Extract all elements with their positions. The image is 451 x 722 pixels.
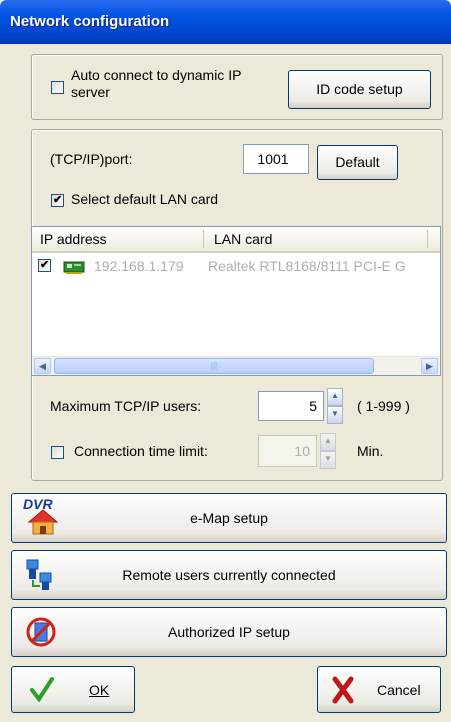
- spin-down-icon[interactable]: ▼: [327, 406, 343, 424]
- row-ip: 192.168.1.179: [94, 258, 184, 274]
- title-bar[interactable]: Network configuration: [0, 0, 451, 44]
- column-lan-card[interactable]: LAN card: [214, 231, 272, 247]
- time-limit-input[interactable]: 10: [258, 435, 317, 467]
- select-lan-label: Select default LAN card: [71, 191, 219, 207]
- time-unit-label: Min.: [357, 443, 384, 459]
- time-limit-checkbox[interactable]: [51, 446, 64, 459]
- max-users-label: Maximum TCP/IP users:: [50, 398, 202, 414]
- time-spin-down-icon[interactable]: ▼: [320, 451, 336, 469]
- network-card-icon: [63, 261, 85, 274]
- row-lan-card: Realtek RTL8168/8111 PCI-E G: [208, 258, 406, 274]
- default-button[interactable]: Default: [317, 145, 398, 180]
- row-checkbox[interactable]: ✔: [38, 259, 51, 272]
- dynamic-ip-group: Auto connect to dynamic IP server ID cod…: [31, 54, 443, 120]
- ok-button[interactable]: OK: [11, 666, 135, 713]
- time-limit-label: Connection time limit:: [74, 443, 208, 459]
- auto-connect-checkbox[interactable]: [51, 81, 64, 94]
- max-users-range: ( 1-999 ): [357, 398, 410, 414]
- scroll-thumb[interactable]: |||: [54, 358, 374, 374]
- time-limit-spinner[interactable]: ▲ ▼: [320, 433, 336, 469]
- max-users-input[interactable]: 5: [258, 391, 324, 421]
- scroll-left-icon[interactable]: ◀: [34, 358, 51, 374]
- network-config-dialog: Network configuration Auto connect to dy…: [0, 0, 451, 722]
- emap-setup-button[interactable]: e-Map setup DVR: [11, 493, 447, 543]
- dvr-home-icon: DVR: [23, 496, 59, 535]
- blocked-icon: [26, 617, 56, 647]
- cancel-x-icon: [332, 676, 354, 704]
- list-item[interactable]: ✔ 192.168.1.179 Realtek RTL8168/8111 PCI…: [32, 255, 440, 275]
- authorized-ip-button[interactable]: Authorized IP setup: [11, 607, 447, 657]
- scroll-right-icon[interactable]: ▶: [421, 358, 438, 374]
- port-label: (TCP/IP)port:: [50, 151, 133, 167]
- max-users-spinner[interactable]: ▲ ▼: [327, 388, 343, 424]
- lan-card-list[interactable]: IP address LAN card ✔ 192.168.1.179 Real…: [31, 226, 441, 376]
- horizontal-scrollbar[interactable]: ◀ ||| ▶: [32, 356, 440, 375]
- time-spin-up-icon[interactable]: ▲: [320, 433, 336, 451]
- window-title: Network configuration: [10, 13, 170, 30]
- checkmark-icon: [30, 677, 54, 703]
- id-code-setup-button[interactable]: ID code setup: [288, 70, 431, 109]
- svg-text:DVR: DVR: [23, 496, 53, 512]
- auto-connect-label: Auto connect to dynamic IP server: [71, 67, 242, 100]
- column-ip-address[interactable]: IP address: [40, 231, 107, 247]
- remote-users-button[interactable]: Remote users currently connected: [11, 550, 447, 600]
- list-header: IP address LAN card: [32, 227, 440, 253]
- connected-computers-icon: [26, 559, 52, 590]
- select-lan-checkbox[interactable]: ✔: [51, 194, 64, 207]
- spin-up-icon[interactable]: ▲: [327, 388, 343, 406]
- port-input[interactable]: 1001: [243, 144, 309, 174]
- cancel-button[interactable]: Cancel: [317, 666, 441, 713]
